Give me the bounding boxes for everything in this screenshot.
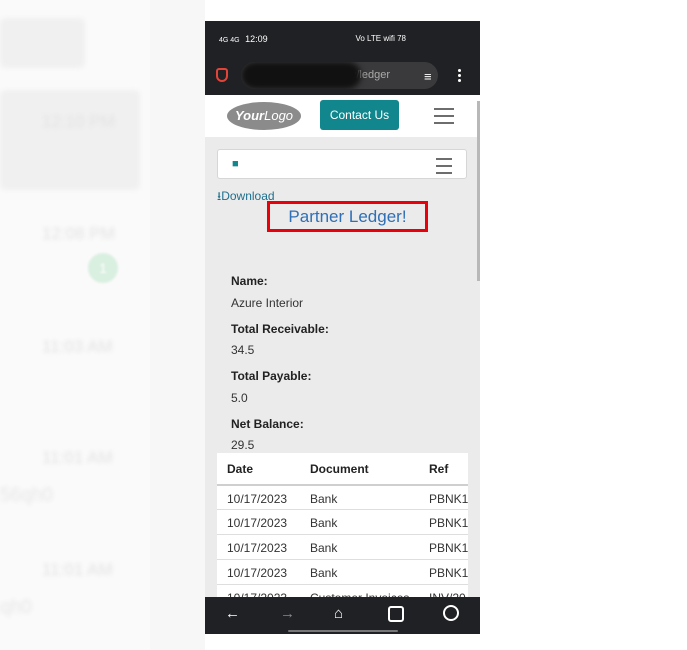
shield-icon[interactable] [216,68,228,82]
cell-document: Bank [310,492,338,506]
cell-ref: PBNK1 [429,492,469,506]
page-content: ■ ⭳Download Partner Ledger! Name: Azure … [205,137,480,613]
background-search-box [0,18,85,68]
gesture-bar [288,630,398,632]
hamburger-menu-icon[interactable] [434,108,454,124]
table-row[interactable]: 10/17/2023 Bank PBNK1 [217,559,468,584]
background-time: 12:10 PM [42,112,115,131]
signal-icon: 4G 4G [219,37,240,44]
contact-us-button[interactable]: Contact Us [320,100,399,130]
cell-document: Bank [310,566,338,580]
table-row[interactable]: 10/17/2023 Bank PBNK1 [217,534,468,559]
reader-mode-icon[interactable]: ≡ [424,69,432,84]
name-label: Name: [231,274,268,288]
status-time: 12:09 [245,34,268,44]
back-arrow-icon[interactable]: ← [225,605,240,622]
cell-document: Bank [310,516,338,530]
background-panel [150,0,205,650]
breadcrumb-menu-icon[interactable] [436,158,452,174]
receivable-value: 34.5 [231,343,255,357]
background-right [480,0,687,650]
column-header-date: Date [227,462,254,476]
cell-document: Bank [310,541,338,555]
cell-date: 10/17/2023 [227,541,288,555]
background-snippet: qh0 [0,597,32,618]
ledger-table: Date Document Ref 10/17/2023 Bank PBNK1 … [217,453,468,613]
phone-screen: 4G 4G 12:09 Vo LTE wifi 78 10.168.1.24:8… [205,21,480,634]
name-value: Azure Interior [231,296,304,310]
background-badge: 1 [88,253,118,283]
background-time: 11:01 AM [42,560,113,579]
background-time: 12:08 PM [42,224,115,243]
more-vert-icon[interactable] [458,68,464,84]
status-bar: 4G 4G 12:09 Vo LTE wifi 78 [205,21,480,58]
site-logo[interactable]: YourLogo [227,102,301,130]
cell-date: 10/17/2023 [227,566,288,580]
payable-value: 5.0 [231,391,248,405]
url-redaction [241,62,361,89]
profile-icon[interactable] [443,605,459,621]
logo-text: Logo [264,108,294,123]
balance-label: Net Balance: [231,417,304,431]
table-row[interactable]: 10/17/2023 Bank PBNK1 [217,509,468,534]
cell-ref: PBNK1 [429,516,469,530]
cell-date: 10/17/2023 [227,516,288,530]
balance-value: 29.5 [231,438,255,452]
tabs-icon[interactable] [388,606,404,622]
logo-bold-text: Your [234,108,265,123]
breadcrumb: ■ [217,149,467,179]
browser-nav-bar: ← → ⌂ [205,597,480,634]
scrollbar[interactable] [477,101,480,281]
status-icons: Vo LTE wifi 78 [355,34,406,43]
background-time: 11:01 AM [42,448,113,467]
page-title: Partner Ledger! [288,207,407,226]
site-header: YourLogo Contact Us [205,95,480,137]
background-time: 11:03 AM [42,337,113,356]
title-highlight: Partner Ledger! [267,201,428,232]
home-icon[interactable]: ■ [232,158,239,170]
cell-ref: PBNK1 [429,566,469,580]
home-nav-icon[interactable]: ⌂ [334,605,343,622]
status-left: 4G 4G 12:09 [219,34,268,44]
receivable-label: Total Receivable: [231,322,329,336]
url-field[interactable]: 10.168.1.24:8070/my/ledger [241,62,438,89]
payable-label: Total Payable: [231,369,312,383]
column-header-document: Document [310,462,369,476]
cell-date: 10/17/2023 [227,492,288,506]
browser-toolbar: 10.168.1.24:8070/my/ledger ≡ [205,58,480,95]
forward-arrow-icon[interactable]: → [280,605,295,622]
background-card [0,90,140,190]
column-header-ref: Ref [429,462,449,476]
cell-ref: PBNK1 [429,541,469,555]
table-row[interactable]: 10/17/2023 Bank PBNK1 [217,484,468,509]
download-link[interactable]: ⭳Download [217,187,275,208]
background-snippet: 56qh0 [0,485,53,506]
